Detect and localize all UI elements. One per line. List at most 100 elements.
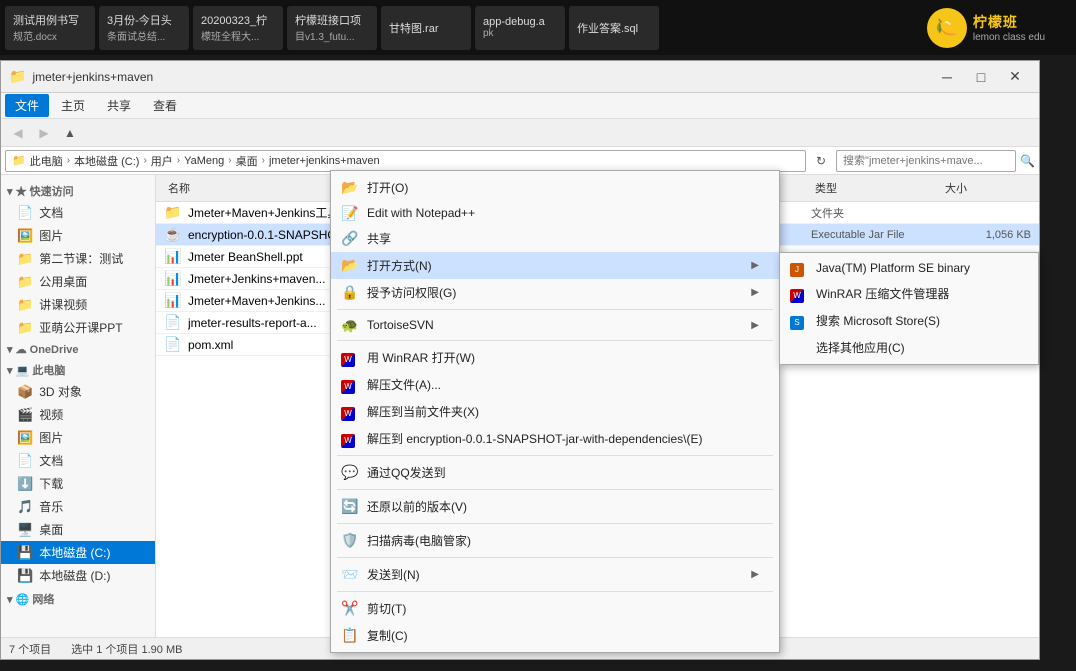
sidebar-item-video[interactable]: 🎬 视频 [1, 403, 155, 426]
sidebar-item-music[interactable]: 🎵 音乐 [1, 495, 155, 518]
ctx-other-app[interactable]: 选择其他应用(C) [780, 334, 1038, 361]
col-size[interactable]: 大小 [941, 178, 1031, 198]
ctx-open[interactable]: 📂 打开(O) [331, 174, 779, 201]
ctx-winrar-open[interactable]: W 用 WinRAR 打开(W) [331, 344, 779, 371]
access-arrow: ▶ [751, 287, 759, 298]
sidebar-item-d-drive[interactable]: 💾 本地磁盘 (D:) [1, 564, 155, 587]
submenu-arrow: ▶ [751, 260, 759, 271]
extract-to-icon: W [341, 430, 355, 448]
copy-icon: 📋 [341, 627, 358, 644]
ctx-scan[interactable]: 🛡️ 扫描病毒(电脑管家) [331, 527, 779, 554]
ctx-notepad[interactable]: 📝 Edit with Notepad++ [331, 201, 779, 225]
maximize-button[interactable]: □ [965, 65, 997, 89]
refresh-button[interactable]: ↻ [810, 150, 832, 172]
store-icon: S [790, 312, 804, 330]
scan-icon: 🛡️ [341, 532, 358, 549]
col-type[interactable]: 类型 [811, 178, 941, 198]
taskbar-item-3[interactable]: 柠檬班接口项 目v1.3_futu... [287, 6, 377, 50]
minimize-button[interactable]: ─ [931, 65, 963, 89]
sidebar-item-ppt[interactable]: 📁 亚萌公开课PPT [1, 316, 155, 339]
sidebar-header-quickaccess[interactable]: ▾ ★ 快速访问 [1, 179, 155, 201]
extract-here-icon: W [341, 403, 355, 421]
menu-item-home[interactable]: 主页 [51, 94, 95, 117]
separator-4 [337, 489, 773, 490]
ctx-extract-here[interactable]: W 解压到当前文件夹(X) [331, 398, 779, 425]
extract-icon: W [341, 376, 355, 394]
title-bar: 📁 jmeter+jenkins+maven ─ □ ✕ [1, 61, 1039, 93]
sidebar-item-test[interactable]: 📁 第二节课：测试 [1, 247, 155, 270]
cut-icon: ✂️ [341, 600, 358, 617]
sidebar-item-doc[interactable]: 📄 文档 [1, 449, 155, 472]
separator-1 [337, 309, 773, 310]
separator-6 [337, 557, 773, 558]
taskbar-item-5[interactable]: app-debug.a pk [475, 6, 565, 50]
item-count: 7 个项目 [9, 641, 51, 657]
qq-icon: 💬 [341, 464, 358, 481]
separator-3 [337, 455, 773, 456]
ctx-winrar[interactable]: W WinRAR 压缩文件管理器 [780, 280, 1038, 307]
window-controls: ─ □ ✕ [931, 65, 1031, 89]
restore-icon: 🔄 [341, 498, 358, 515]
sidebar-item-videos[interactable]: 📁 讲课视频 [1, 293, 155, 316]
breadcrumb[interactable]: 📁 此电脑 › 本地磁盘 (C:) › 用户 › YaMeng › 桌面 › j… [5, 150, 806, 172]
ctx-send-to[interactable]: 📨 发送到(N) ▶ [331, 561, 779, 588]
ctx-copy[interactable]: 📋 复制(C) [331, 622, 779, 649]
sidebar-header-onedrive[interactable]: ▾ ☁ OneDrive [1, 339, 155, 358]
sidebar-item-pic[interactable]: 🖼️ 图片 [1, 426, 155, 449]
ctx-share[interactable]: 🔗 共享 [331, 225, 779, 252]
tortoise-arrow: ▶ [751, 320, 759, 331]
search-input[interactable] [836, 150, 1016, 172]
share-icon: 🔗 [341, 230, 358, 247]
ctx-openwith[interactable]: 📂 打开方式(N) ▶ J Java(TM) Platform SE binar… [331, 252, 779, 279]
sidebar-item-documents[interactable]: 📄 文档 [1, 201, 155, 224]
open-icon: 📂 [341, 179, 358, 196]
logo-subtext: lemon class edu [973, 32, 1045, 43]
menu-item-view[interactable]: 查看 [143, 94, 187, 117]
ctx-restore[interactable]: 🔄 还原以前的版本(V) [331, 493, 779, 520]
search-icon[interactable]: 🔍 [1020, 154, 1035, 168]
nav-up-button[interactable]: ▲ [59, 122, 81, 144]
separator-5 [337, 523, 773, 524]
ctx-store[interactable]: S 搜索 Microsoft Store(S) [780, 307, 1038, 334]
ctx-access[interactable]: 🔒 授予访问权限(G) ▶ [331, 279, 779, 306]
ctx-java[interactable]: J Java(TM) Platform SE binary [780, 256, 1038, 280]
sidebar: ▾ ★ 快速访问 📄 文档 🖼️ 图片 📁 第二节课：测试 📁 公用桌面 📁 讲… [1, 175, 156, 637]
taskbar: 测试用例书写 规范.docx 3月份-今日头 条面试总结... 20200323… [0, 0, 1076, 55]
sidebar-item-download[interactable]: ⬇️ 下载 [1, 472, 155, 495]
ctx-tortoise[interactable]: 🐢 TortoiseSVN ▶ [331, 313, 779, 337]
java-icon: J [790, 259, 804, 277]
separator-2 [337, 340, 773, 341]
taskbar-item-0[interactable]: 测试用例书写 规范.docx [5, 6, 95, 50]
taskbar-item-1[interactable]: 3月份-今日头 条面试总结... [99, 6, 189, 50]
sidebar-item-pictures[interactable]: 🖼️ 图片 [1, 224, 155, 247]
sidebar-item-3d[interactable]: 📦 3D 对象 [1, 380, 155, 403]
sendto-icon: 📨 [341, 566, 358, 583]
sidebar-header-thispc[interactable]: ▾ 💻 此电脑 [1, 358, 155, 380]
nav-forward-button[interactable]: ▶ [33, 122, 55, 144]
close-button[interactable]: ✕ [999, 65, 1031, 89]
logo: 🍋 柠檬班 lemon class edu [896, 0, 1076, 55]
logo-icon: 🍋 [927, 8, 967, 48]
sidebar-item-desktop[interactable]: 📁 公用桌面 [1, 270, 155, 293]
menu-item-share[interactable]: 共享 [97, 94, 141, 117]
openwith-icon: 📂 [341, 257, 358, 274]
sendto-arrow: ▶ [751, 569, 759, 580]
taskbar-item-2[interactable]: 20200323_柠 檬班全程大... [193, 6, 283, 50]
context-menu: 📂 打开(O) 📝 Edit with Notepad++ 🔗 共享 📂 打开方… [330, 170, 780, 653]
taskbar-item-4[interactable]: 甘特图.rar [381, 6, 471, 50]
toolbar: ◀ ▶ ▲ [1, 119, 1039, 147]
ctx-extract[interactable]: W 解压文件(A)... [331, 371, 779, 398]
sidebar-header-network[interactable]: ▾ 🌐 网络 [1, 587, 155, 609]
ctx-qq-send[interactable]: 💬 通过QQ发送到 [331, 459, 779, 486]
sidebar-item-desktopmain[interactable]: 🖥️ 桌面 [1, 518, 155, 541]
tortoise-icon: 🐢 [341, 317, 358, 334]
winrar-icon: W [790, 285, 804, 303]
nav-back-button[interactable]: ◀ [7, 122, 29, 144]
taskbar-item-6[interactable]: 作业答案.sql [569, 6, 659, 50]
separator-7 [337, 591, 773, 592]
menu-item-file[interactable]: 文件 [5, 94, 49, 117]
ctx-cut[interactable]: ✂️ 剪切(T) [331, 595, 779, 622]
sidebar-item-c-drive[interactable]: 💾 本地磁盘 (C:) [1, 541, 155, 564]
menu-bar: 文件 主页 共享 查看 [1, 93, 1039, 119]
ctx-extract-to[interactable]: W 解压到 encryption-0.0.1-SNAPSHOT-jar-with… [331, 425, 779, 452]
